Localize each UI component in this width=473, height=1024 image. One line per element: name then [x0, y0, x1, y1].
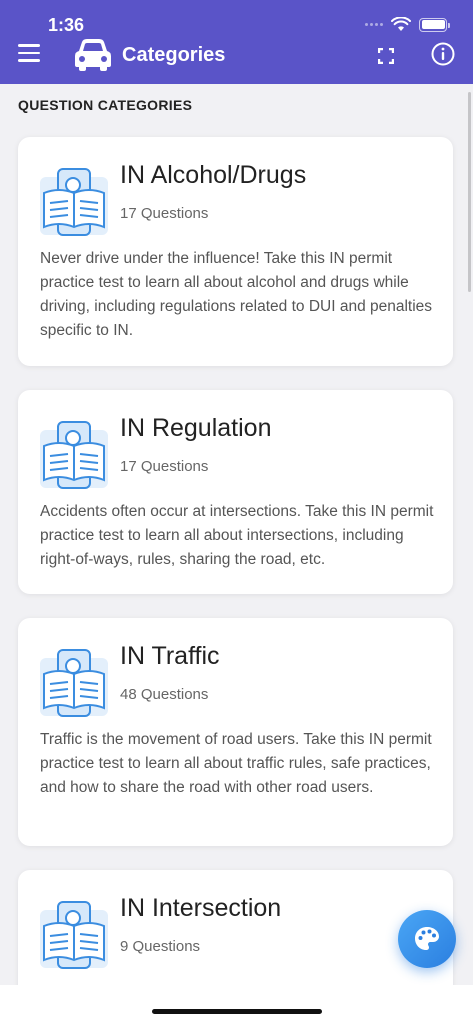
study-book-icon	[40, 649, 108, 717]
category-card[interactable]: IN Alcohol/Drugs 17 Questions Never driv…	[18, 137, 453, 366]
palette-icon	[415, 927, 439, 950]
card-description: Accidents often occur at intersections. …	[40, 503, 434, 568]
page-title: Categories	[122, 44, 226, 66]
study-book-icon	[40, 168, 108, 236]
card-title: IN Alcohol/Drugs	[120, 161, 307, 189]
status-time: 1:36	[48, 15, 85, 35]
card-title: IN Traffic	[120, 642, 220, 670]
bottom-safe-area	[0, 985, 473, 1024]
card-question-count: 17 Questions	[120, 458, 209, 475]
home-indicator[interactable]	[152, 1009, 322, 1014]
scrollbar[interactable]	[468, 92, 471, 292]
card-question-count: 17 Questions	[120, 205, 209, 222]
status-indicators	[365, 17, 450, 32]
study-book-icon	[40, 421, 108, 489]
card-question-count: 9 Questions	[120, 938, 201, 955]
battery-icon	[419, 17, 450, 32]
wifi-icon	[391, 17, 411, 31]
section-label: QUESTION CATEGORIES	[18, 97, 193, 113]
app-header: 1:36 Categories	[0, 0, 473, 84]
card-title: IN Regulation	[120, 414, 272, 442]
car-icon	[75, 39, 111, 71]
card-title: IN Intersection	[120, 894, 282, 922]
info-icon[interactable]	[431, 42, 455, 66]
fullscreen-icon[interactable]	[378, 48, 394, 64]
category-card[interactable]: IN Regulation 17 Questions Accidents oft…	[18, 390, 453, 594]
card-question-count: 48 Questions	[120, 686, 209, 703]
card-description: Never drive under the influence! Take th…	[40, 250, 433, 339]
hamburger-menu-icon[interactable]	[18, 44, 40, 62]
theme-palette-button[interactable]	[398, 910, 456, 968]
card-description: Traffic is the movement of road users. T…	[40, 731, 432, 796]
category-card[interactable]: IN Traffic 48 Questions Traffic is the m…	[18, 618, 453, 846]
signal-icon	[365, 23, 383, 26]
study-book-icon	[40, 901, 108, 969]
